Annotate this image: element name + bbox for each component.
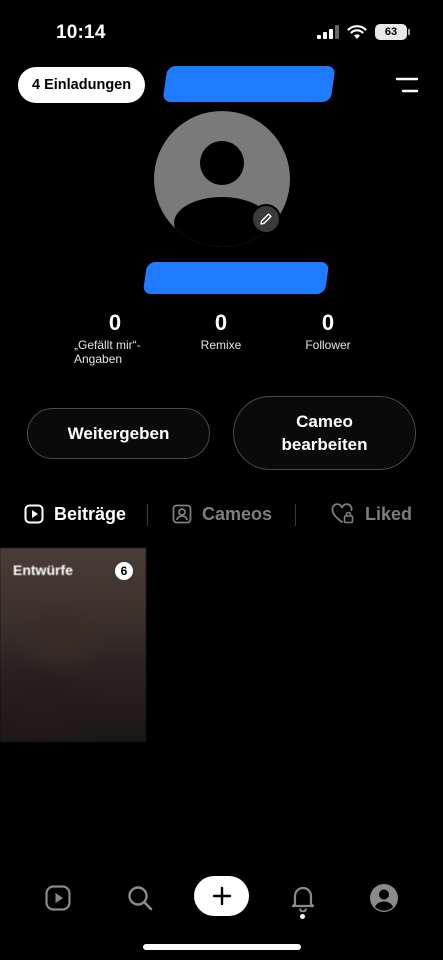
bell-icon [291, 886, 315, 912]
bottom-nav [0, 870, 443, 926]
profile-icon [370, 884, 398, 912]
nav-profile[interactable] [364, 878, 404, 918]
stat-remixes-label: Remixe [200, 338, 242, 352]
tab-posts-label: Beiträge [54, 503, 127, 524]
edit-avatar-button[interactable] [251, 204, 281, 234]
status-bar: 10:14 63 [0, 0, 443, 62]
stat-likes[interactable]: 0 „Gefällt mir“-Angaben [74, 310, 160, 366]
edit-cameo-button[interactable]: Cameo bearbeiten [233, 396, 416, 470]
signal-icon [317, 25, 339, 39]
feed-icon [45, 885, 71, 911]
play-square-icon [24, 504, 44, 524]
plus-icon [212, 886, 231, 906]
heart-lock-icon [331, 503, 354, 524]
portrait-icon [172, 504, 192, 524]
home-indicator [143, 944, 301, 950]
drafts-label: Entwürfe [13, 562, 73, 578]
menu-icon[interactable] [395, 76, 419, 94]
share-button[interactable]: Weitergeben [27, 408, 210, 459]
search-icon [128, 886, 153, 911]
invites-label: 4 Einladungen [32, 77, 132, 93]
redacted-display-name [142, 262, 330, 294]
tab-cameos[interactable]: Cameos [172, 496, 272, 532]
stat-followers-label: Follower [305, 338, 351, 352]
stat-likes-label: „Gefällt mir“-Angaben [74, 338, 141, 366]
tab-divider [147, 504, 148, 526]
tab-posts[interactable]: Beiträge [24, 496, 126, 532]
nav-search[interactable] [120, 878, 160, 918]
battery-indicator: 63 [375, 24, 410, 40]
status-time: 10:14 [56, 22, 106, 43]
tab-liked[interactable]: Liked [331, 496, 412, 532]
invites-button[interactable]: 4 Einladungen [18, 67, 146, 103]
tab-divider [295, 504, 296, 526]
notification-dot [300, 914, 305, 919]
nav-notifications[interactable] [283, 878, 323, 918]
pencil-icon [260, 213, 272, 225]
stat-followers[interactable]: 0 Follower [292, 310, 364, 352]
stat-likes-value: 0 [108, 310, 122, 335]
stat-followers-value: 0 [321, 310, 335, 335]
edit-cameo-label: Cameo bearbeiten [281, 412, 368, 454]
stat-remixes[interactable]: 0 Remixe [186, 310, 256, 352]
tab-cameos-label: Cameos [202, 503, 273, 524]
nav-create-button[interactable] [194, 876, 249, 916]
battery-level: 63 [384, 26, 398, 38]
redacted-username [162, 66, 336, 102]
profile-tabs: Beiträge Cameos Liked [0, 496, 443, 532]
avatar[interactable] [154, 111, 290, 247]
stat-remixes-value: 0 [214, 310, 228, 335]
status-icons: 63 [317, 24, 410, 40]
drafts-count-badge: 6 [115, 562, 133, 580]
profile-stats: 0 „Gefällt mir“-Angaben 0 Remixe 0 Follo… [0, 310, 443, 380]
wifi-icon [347, 24, 367, 39]
nav-feed[interactable] [38, 878, 78, 918]
tab-liked-label: Liked [365, 503, 413, 524]
